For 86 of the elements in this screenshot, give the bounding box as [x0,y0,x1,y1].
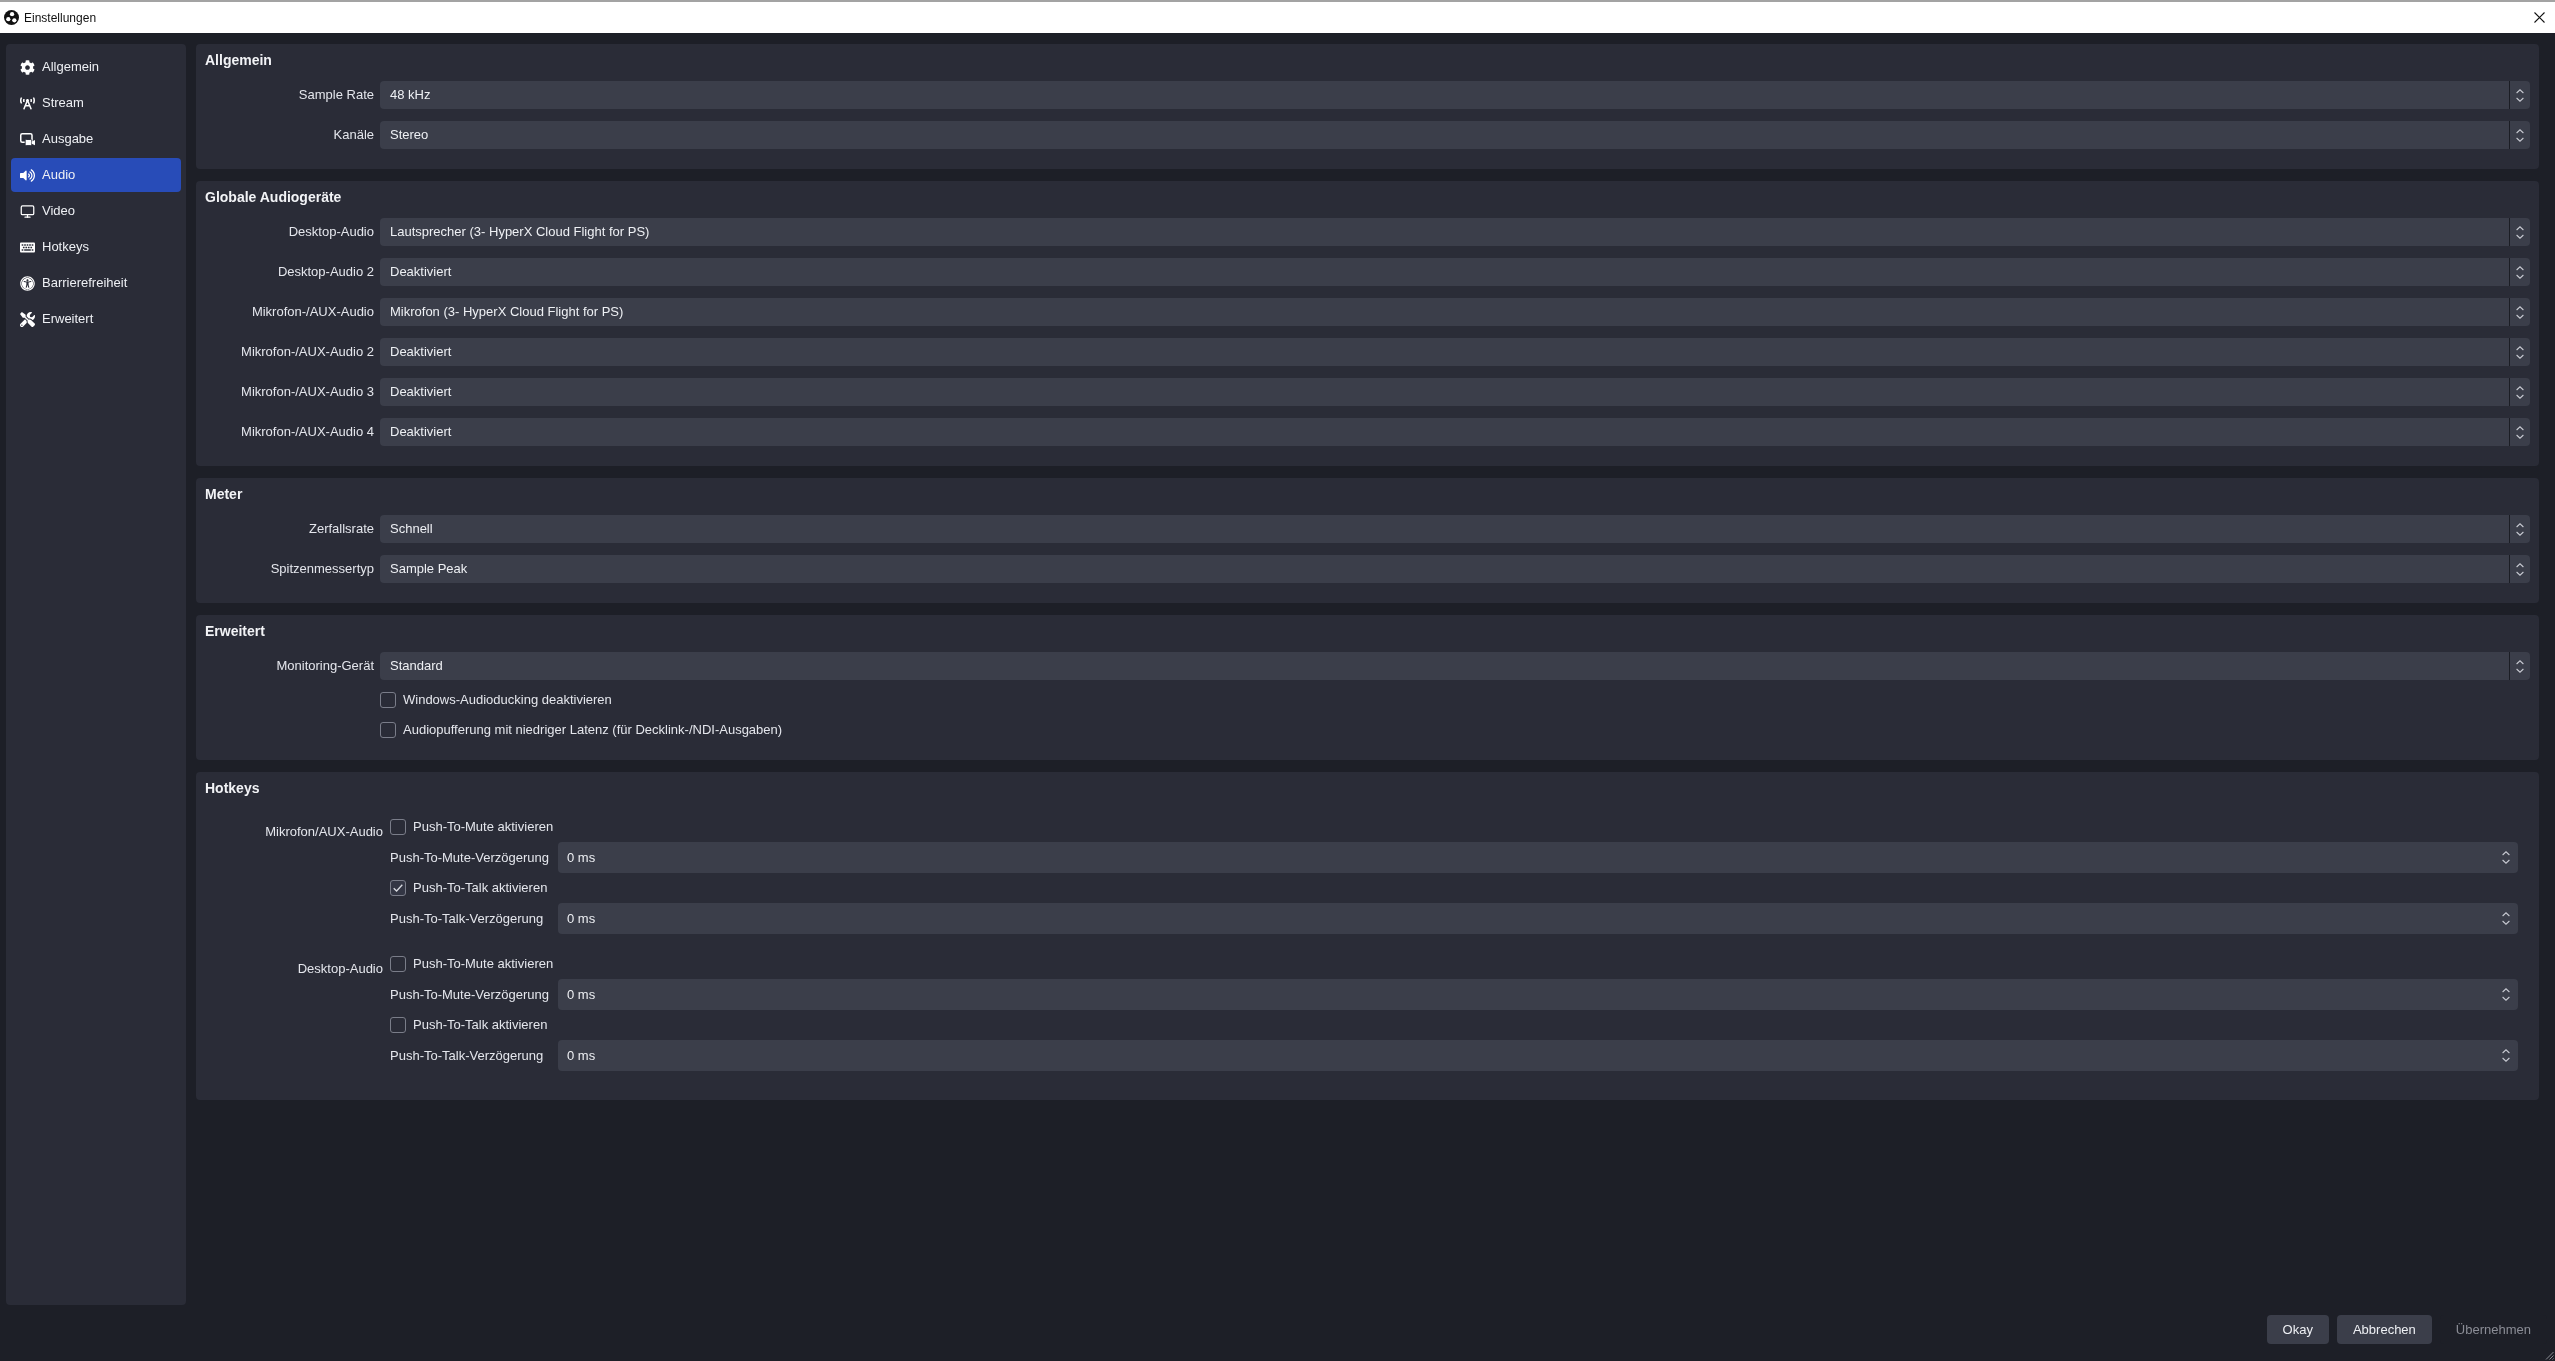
field-label: Mikrofon-/AUX-Audio 2 [240,343,374,362]
field-label: Push-To-Talk-Verzögerung [390,1046,545,1065]
up-down-chevron-icon [2502,912,2510,925]
checkbox-label[interactable]: Push-To-Mute aktivieren [413,817,554,837]
monitor-icon [20,203,35,219]
dialog-button[interactable]: Abbrechen [2336,1315,2432,1344]
sidebar-item[interactable]: Video [11,194,181,228]
section-title: Meter [205,485,243,504]
dropdown[interactable]: Mikrofon (3- HyperX Cloud Flight for PS) [380,298,2530,326]
wrench-screwdriver-icon [20,311,35,327]
check-icon [393,884,403,892]
checkbox-label[interactable]: Push-To-Talk aktivieren [413,1015,548,1035]
field-label: Desktop-Audio [287,223,374,242]
field-label: Push-To-Talk-Verzögerung [390,909,545,928]
dropdown[interactable]: Lautsprecher (3- HyperX Cloud Flight for PS) [380,218,2530,246]
up-down-chevron-icon [2516,305,2524,319]
group-label: Desktop-Audio [297,961,383,977]
checkbox[interactable] [390,1017,406,1033]
number-field[interactable]: 0 ms [558,1040,2518,1071]
resize-grip-icon [2545,1351,2554,1360]
group-label: Mikrofon/AUX-Audio [265,824,383,840]
radio-tower-icon [20,95,35,111]
sidebar-item[interactable]: Stream [11,86,181,120]
field-label: Zerfallsrate [307,520,374,539]
field-label: Kanäle [332,126,374,145]
field-label: Monitoring-Gerät [275,657,374,676]
field-label: Mikrofon-/AUX-Audio 4 [240,423,374,442]
sidebar-item[interactable]: Barrierefreiheit [11,266,181,300]
dropdown[interactable]: Standard [380,652,2530,680]
up-down-chevron-icon [2502,1049,2510,1062]
monitor-camera-icon [20,131,35,147]
checkbox-label[interactable]: Push-To-Talk aktivieren [413,878,548,898]
up-down-chevron-icon [2502,988,2510,1001]
accessibility-icon [20,275,35,291]
dropdown[interactable]: Stereo [380,121,2530,149]
field-label: Push-To-Mute-Verzögerung [390,848,550,867]
section-title: Globale Audiogeräte [205,188,342,207]
up-down-chevron-icon [2516,522,2524,536]
app-logo-icon [4,10,19,25]
checkbox-label[interactable]: Windows-Audioducking deaktivieren [403,690,612,710]
checkbox[interactable] [390,956,406,972]
up-down-chevron-icon [2516,659,2524,673]
section-title: Hotkeys [205,779,260,798]
dropdown[interactable]: Deaktiviert [380,258,2530,286]
field-label: Push-To-Mute-Verzögerung [390,985,550,1004]
up-down-chevron-icon [2516,562,2524,576]
field-label: Sample Rate [297,86,374,105]
section-title: Allgemein [205,51,272,70]
checkbox-label[interactable]: Audiopufferung mit niedriger Latenz (für Decklink-/NDI-Ausgaben) [403,720,783,740]
field-label: Desktop-Audio 2 [276,263,374,282]
up-down-chevron-icon [2516,425,2524,439]
up-down-chevron-icon [2516,385,2524,399]
up-down-chevron-icon [2516,265,2524,279]
gear-icon [20,59,35,75]
up-down-chevron-icon [2516,345,2524,359]
sidebar-item[interactable]: Erweitert [11,302,181,336]
sidebar-item[interactable]: Ausgabe [11,122,181,156]
up-down-chevron-icon [2502,851,2510,864]
field-label: Mikrofon-/AUX-Audio 3 [240,383,374,402]
dialog-button[interactable]: Okay [2266,1315,2329,1344]
section-title: Erweitert [205,622,265,641]
close-icon [2533,12,2545,23]
dropdown[interactable]: Schnell [380,515,2530,543]
checkbox[interactable] [380,692,396,708]
checkbox[interactable] [380,722,396,738]
sidebar-item[interactable]: Allgemein [11,50,181,84]
speaker-icon [20,167,35,183]
number-field[interactable]: 0 ms [558,979,2518,1010]
sidebar-item[interactable]: Audio [11,158,181,192]
up-down-chevron-icon [2516,88,2524,102]
field-label: Mikrofon-/AUX-Audio [250,303,374,322]
checkbox-label[interactable]: Push-To-Mute aktivieren [413,954,554,974]
checkbox[interactable] [390,880,406,896]
dropdown[interactable]: Deaktiviert [380,378,2530,406]
sidebar-item[interactable]: Hotkeys [11,230,181,264]
up-down-chevron-icon [2516,128,2524,142]
number-field[interactable]: 0 ms [558,842,2518,873]
checkbox[interactable] [390,819,406,835]
dropdown[interactable]: Deaktiviert [380,338,2530,366]
dropdown[interactable]: Sample Peak [380,555,2530,583]
field-label: Spitzenmessertyp [269,560,374,579]
dropdown[interactable]: Deaktiviert [380,418,2530,446]
dropdown[interactable]: 48 kHz [380,81,2530,109]
up-down-chevron-icon [2516,225,2524,239]
number-field[interactable]: 0 ms [558,903,2518,934]
window-title: Einstellungen [24,9,97,27]
